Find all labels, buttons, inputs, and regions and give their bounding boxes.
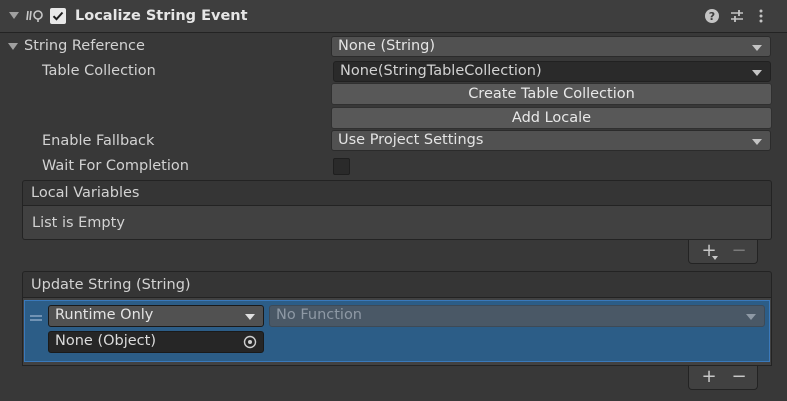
svg-text:?: ? xyxy=(709,10,715,23)
chevron-down-icon xyxy=(746,314,756,320)
checkmark-icon xyxy=(52,11,64,21)
local-variables-list: List is Empty xyxy=(22,206,772,240)
add-locale-button[interactable]: Add Locale xyxy=(331,107,772,129)
wait-for-completion-checkbox[interactable] xyxy=(333,158,350,175)
local-variables-header: Local Variables xyxy=(22,180,772,206)
component-enabled-checkbox[interactable] xyxy=(50,8,66,24)
list-empty-text: List is Empty xyxy=(32,215,125,231)
string-reference-value: None (String) xyxy=(338,38,436,54)
remove-listener-button[interactable]: − xyxy=(729,367,749,387)
script-icon xyxy=(25,7,45,25)
table-collection-dropdown[interactable]: None(StringTableCollection) xyxy=(333,61,771,82)
chevron-down-icon xyxy=(752,70,762,76)
target-object-field[interactable]: None (Object) xyxy=(48,331,264,353)
update-string-title: Update String (String) xyxy=(31,277,191,293)
drag-handle-icon[interactable] xyxy=(30,310,42,321)
target-object-value: None (Object) xyxy=(55,333,156,349)
minus-icon: − xyxy=(731,240,747,261)
object-picker-icon[interactable] xyxy=(243,335,257,349)
string-reference-dropdown[interactable]: None (String) xyxy=(331,36,771,57)
function-value: No Function xyxy=(276,307,363,323)
foldout-arrow-icon[interactable] xyxy=(9,12,19,19)
chevron-down-icon xyxy=(752,139,762,145)
presets-icon[interactable] xyxy=(729,8,745,24)
local-variables-title: Local Variables xyxy=(31,185,140,201)
remove-variable-button[interactable]: − xyxy=(729,241,749,261)
create-table-collection-button[interactable]: Create Table Collection xyxy=(331,83,772,105)
enable-fallback-label: Enable Fallback xyxy=(42,133,155,149)
function-dropdown[interactable]: No Function xyxy=(269,305,765,327)
help-icon[interactable]: ? xyxy=(704,8,720,24)
string-reference-foldout-icon[interactable] xyxy=(8,43,18,50)
component-title: Localize String Event xyxy=(75,8,248,24)
runtime-mode-dropdown[interactable]: Runtime Only xyxy=(48,305,264,327)
wait-for-completion-label: Wait For Completion xyxy=(42,158,189,174)
runtime-mode-value: Runtime Only xyxy=(55,307,154,323)
minus-icon: − xyxy=(731,366,747,387)
enable-fallback-value: Use Project Settings xyxy=(338,132,484,148)
add-listener-button[interactable]: + xyxy=(699,367,719,387)
chevron-down-icon xyxy=(245,314,255,320)
string-reference-label: String Reference xyxy=(24,38,145,54)
table-collection-value: None(StringTableCollection) xyxy=(340,63,542,79)
chevron-down-icon xyxy=(752,45,762,51)
kebab-menu-icon[interactable] xyxy=(755,8,767,24)
enable-fallback-dropdown[interactable]: Use Project Settings xyxy=(331,130,771,151)
plus-icon: + xyxy=(701,366,717,387)
update-string-header: Update String (String) xyxy=(22,271,772,298)
add-dropdown-chevron-icon xyxy=(712,256,718,260)
table-collection-label: Table Collection xyxy=(42,63,156,79)
